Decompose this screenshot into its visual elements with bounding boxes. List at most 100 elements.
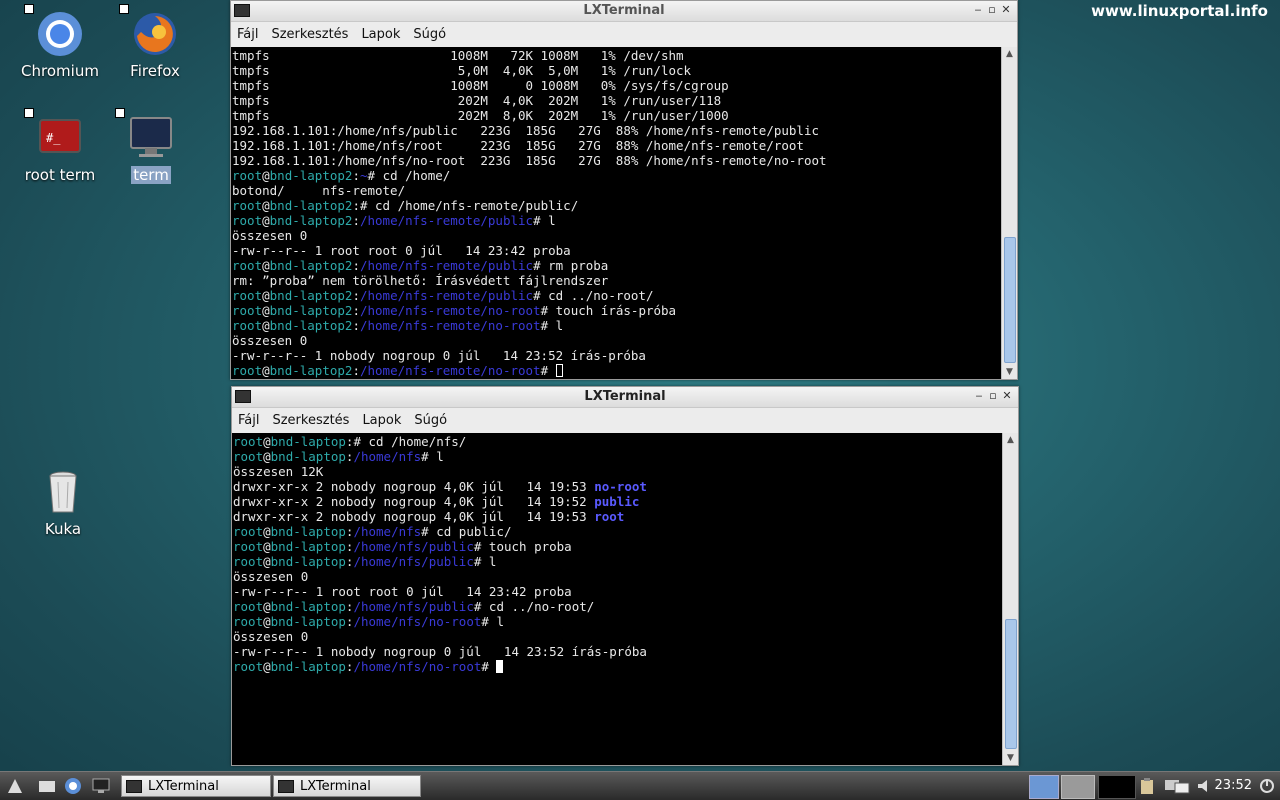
prompt-hash: # xyxy=(421,524,437,539)
prompt-user: root xyxy=(233,449,264,464)
scroll-thumb[interactable] xyxy=(1004,237,1016,363)
command-text: l xyxy=(488,554,497,569)
command-text: cd /home/nfs/ xyxy=(368,434,467,449)
terminal-line: 192.168.1.101:/home/nfs/root 223G 185G 2… xyxy=(232,138,804,153)
scroll-down-icon[interactable]: ▼ xyxy=(1002,365,1017,379)
prompt-host: bnd-laptop2 xyxy=(269,303,353,318)
terminal-output[interactable]: tmpfs 1008M 72K 1008M 1% /dev/shm tmpfs 5… xyxy=(231,47,1001,379)
menu-logo-icon[interactable] xyxy=(6,777,24,795)
scroll-up-icon[interactable]: ▲ xyxy=(1003,433,1018,447)
titlebar[interactable]: LXTerminal ‒ ▫ ✕ xyxy=(231,1,1017,22)
prompt-path: /home/nfs/no-root xyxy=(353,614,482,629)
prompt-at: @ xyxy=(263,524,271,539)
prompt-user: root xyxy=(232,363,263,378)
terminal-line: rm: ”proba” nem törölhető: Írásvédett fá… xyxy=(232,273,609,288)
prompt-host: bnd-laptop2 xyxy=(269,363,353,378)
prompt-host: bnd-laptop xyxy=(270,434,346,449)
minimize-button[interactable]: ‒ xyxy=(971,3,985,16)
volume-icon[interactable] xyxy=(1196,777,1214,795)
command-text: rm proba xyxy=(548,258,609,273)
chromium-icon[interactable] xyxy=(64,777,82,795)
prompt-at: @ xyxy=(263,659,271,674)
scroll-up-icon[interactable]: ▲ xyxy=(1002,47,1017,61)
terminal-line: -rw-r--r-- 1 root root 0 júl 14 23:42 pr… xyxy=(232,243,571,258)
prompt-path: /home/nfs-remote/no-root xyxy=(359,363,541,378)
prompt-user: root xyxy=(232,198,263,213)
command-text: l xyxy=(555,318,564,333)
terminal-window-1[interactable]: LXTerminal ‒ ▫ ✕ Fájl Szerkesztés Lapok Sú… xyxy=(230,0,1018,380)
prompt-hash: # xyxy=(533,213,549,228)
root-terminal-icon: #_ xyxy=(24,108,84,162)
clock[interactable]: 23:52 xyxy=(1215,778,1252,793)
terminal-line: root@bnd-laptop:/home/nfs/public# touch … xyxy=(233,539,1001,554)
prompt-hash: # xyxy=(473,554,489,569)
listing-text: drwxr-xr-x 2 nobody nogroup 4,0K júl 14 … xyxy=(233,479,595,494)
prompt-host: bnd-laptop2 xyxy=(269,213,353,228)
scroll-thumb[interactable] xyxy=(1005,619,1017,749)
prompt-at: @ xyxy=(262,198,270,213)
terminal-line: drwxr-xr-x 2 nobody nogroup 4,0K júl 14 … xyxy=(233,479,1001,494)
prompt-user: root xyxy=(232,288,263,303)
prompt-user: root xyxy=(233,554,264,569)
prompt-at: @ xyxy=(262,288,270,303)
command-text: touch írás-próba xyxy=(555,303,677,318)
menu-tabs[interactable]: Lapok xyxy=(361,27,400,42)
terminal-line: tmpfs 5,0M 4,0K 5,0M 1% /run/lock xyxy=(232,63,692,78)
prompt-path: /home/nfs-remote/no-root xyxy=(359,318,541,333)
menu-edit[interactable]: Szerkesztés xyxy=(272,413,349,428)
terminal-line: root@bnd-laptop2:/home/nfs-remote/public… xyxy=(232,213,1000,228)
desktop-icon-firefox[interactable]: Firefox xyxy=(107,4,203,80)
desktop-icon-root-term[interactable]: #_ root term xyxy=(12,108,108,184)
command-text: l xyxy=(436,449,444,464)
scroll-down-icon[interactable]: ▼ xyxy=(1003,751,1018,765)
prompt-hash: # xyxy=(473,539,489,554)
terminal-line: -rw-r--r-- 1 root root 0 júl 14 23:42 pr… xyxy=(233,584,572,599)
prompt-at: @ xyxy=(262,168,270,183)
logout-icon[interactable] xyxy=(1258,777,1276,795)
prompt-path: /home/nfs xyxy=(353,524,422,539)
menu-help[interactable]: Súgó xyxy=(413,27,446,42)
terminal-window-2[interactable]: LXTerminal ‒ ▫ ✕ Fájl Szerkesztés Lapok Sú… xyxy=(231,386,1019,766)
desktop-icon-trash[interactable]: Kuka xyxy=(15,468,111,538)
close-button[interactable]: ✕ xyxy=(1000,389,1014,402)
terminal-icon[interactable] xyxy=(92,777,110,795)
scrollbar[interactable]: ▲ ▼ xyxy=(1002,433,1018,765)
maximize-button[interactable]: ▫ xyxy=(986,389,1000,402)
prompt-colon: : xyxy=(352,318,360,333)
titlebar[interactable]: LXTerminal ‒ ▫ ✕ xyxy=(232,387,1018,408)
prompt-colon: : xyxy=(352,258,360,273)
prompt-path: /home/nfs-remote/public xyxy=(359,288,534,303)
file-manager-icon[interactable] xyxy=(38,777,56,795)
prompt-colon: : xyxy=(352,303,360,318)
terminal-line: root@bnd-laptop:/home/nfs# l xyxy=(233,449,1001,464)
cpu-monitor xyxy=(1098,775,1136,799)
maximize-button[interactable]: ▫ xyxy=(985,3,999,16)
close-button[interactable]: ✕ xyxy=(999,3,1013,16)
trash-icon xyxy=(39,468,87,516)
terminal-line: root@bnd-laptop:/home/nfs# cd public/ xyxy=(233,524,1001,539)
desktop-pager-1[interactable] xyxy=(1029,775,1059,799)
menu-tabs[interactable]: Lapok xyxy=(362,413,401,428)
prompt-user: root xyxy=(232,168,263,183)
task-label: LXTerminal xyxy=(148,778,219,794)
scrollbar[interactable]: ▲ ▼ xyxy=(1001,47,1017,379)
minimize-button[interactable]: ‒ xyxy=(972,389,986,402)
taskbar-button-lxterminal-2[interactable]: LXTerminal xyxy=(273,775,421,797)
menu-edit[interactable]: Szerkesztés xyxy=(271,27,348,42)
menu-file[interactable]: Fájl xyxy=(237,27,258,42)
prompt-colon: : xyxy=(352,288,360,303)
terminal-output[interactable]: root@bnd-laptop:# cd /home/nfs/root@bnd-… xyxy=(232,433,1002,765)
menu-file[interactable]: Fájl xyxy=(238,413,259,428)
taskbar-button-lxterminal-1[interactable]: LXTerminal xyxy=(121,775,271,797)
window-title: LXTerminal xyxy=(583,3,665,18)
clipboard-icon[interactable] xyxy=(1138,777,1156,795)
desktop-pager-2[interactable] xyxy=(1061,775,1095,799)
desktop-icon-term[interactable]: term xyxy=(103,108,199,184)
prompt-host: bnd-laptop2 xyxy=(269,258,353,273)
terminal-line: root@bnd-laptop:/home/nfs/public# l xyxy=(233,554,1001,569)
menu-help[interactable]: Súgó xyxy=(414,413,447,428)
network-icon[interactable] xyxy=(1164,777,1190,795)
prompt-hash: # xyxy=(473,599,489,614)
terminal-line: összesen 0 xyxy=(233,569,309,584)
desktop-icon-chromium[interactable]: Chromium xyxy=(12,4,108,80)
